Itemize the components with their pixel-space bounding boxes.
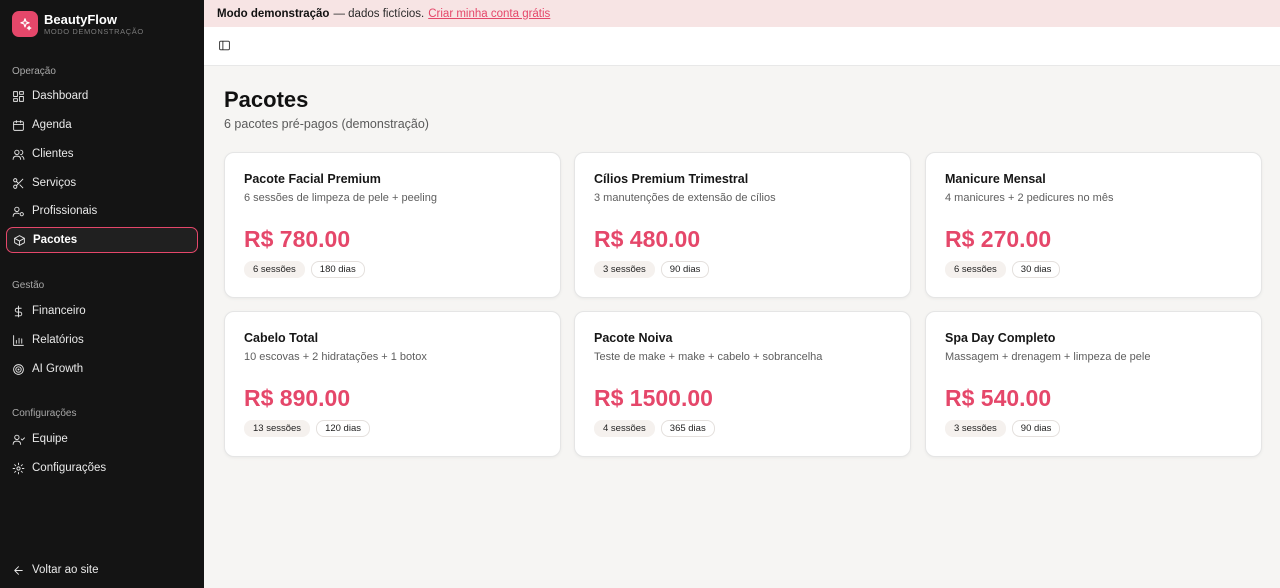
gear-icon	[12, 462, 25, 475]
package-name: Spa Day Completo	[945, 331, 1056, 345]
sidebar-item-label: Agenda	[32, 119, 72, 131]
dollar-icon	[12, 305, 25, 318]
package-price: R$ 890.00	[244, 385, 351, 411]
package-icon	[13, 234, 26, 247]
dashboard-icon	[12, 90, 25, 103]
sessions-badge: 4 sessões	[594, 420, 655, 437]
sidebar-item-label: Financeiro	[32, 305, 86, 317]
sessions-badge: 6 sessões	[244, 261, 305, 278]
brand-subtitle: MODO DEMONSTRAÇÃO	[44, 26, 144, 36]
package-description: 4 manicures + 2 pedicures no mês	[945, 192, 1114, 204]
sidebar-item-clientes[interactable]: Clientes	[6, 141, 198, 167]
banner-text: — dados fictícios.	[333, 7, 425, 20]
package-card[interactable]: Pacote Noiva Teste de make + make + cabe…	[574, 311, 911, 457]
page-title: Pacotes	[224, 87, 309, 112]
bar-chart-icon	[12, 334, 25, 347]
duration-badge: 120 dias	[316, 420, 370, 437]
sparkle-logo-icon	[12, 11, 38, 37]
sidebar-item-pacotes[interactable]: Pacotes	[6, 227, 198, 253]
sidebar-toggle-button[interactable]	[218, 39, 233, 54]
sidebar-item-label: Configurações	[32, 462, 107, 474]
package-price: R$ 780.00	[244, 226, 351, 252]
duration-badge: 180 dias	[310, 261, 365, 278]
panel-left-icon	[218, 39, 231, 56]
package-card[interactable]: Cílios Premium Trimestral 3 manutenções …	[574, 152, 911, 298]
package-price: R$ 540.00	[945, 385, 1052, 411]
sessions-badge: 3 sessões	[945, 420, 1006, 437]
arrow-left-icon	[12, 564, 25, 577]
sidebar-item-ai-growth[interactable]: AI Growth	[6, 356, 198, 382]
package-name: Pacote Facial Premium	[244, 172, 381, 186]
sidebar-item-servicos[interactable]: Serviços	[6, 170, 198, 196]
sidebar-item-label: Profissionais	[32, 205, 98, 217]
scissors-icon	[12, 177, 25, 190]
team-icon	[12, 433, 25, 446]
package-description: 10 escovas + 2 hidratações + 1 botox	[244, 351, 427, 363]
package-card[interactable]: Spa Day Completo Massagem + drenagem + l…	[925, 311, 1262, 457]
sidebar-item-dashboard[interactable]: Dashboard	[6, 83, 198, 109]
user-cog-icon	[12, 205, 25, 218]
package-description: Massagem + drenagem + limpeza de pele	[945, 351, 1151, 363]
banner-bold-text: Modo demonstração	[217, 7, 330, 20]
sessions-badge: 6 sessões	[945, 261, 1006, 278]
package-name: Cabelo Total	[244, 331, 319, 345]
package-description: Teste de make + make + cabelo + sobrance…	[594, 351, 823, 363]
sidebar-item-profissionais[interactable]: Profissionais	[6, 198, 198, 224]
brand-name: BeautyFlow	[44, 11, 117, 27]
package-card[interactable]: Pacote Facial Premium 6 sessões de limpe…	[224, 152, 561, 298]
calendar-icon	[12, 119, 25, 132]
sidebar-item-label: Clientes	[32, 148, 74, 160]
package-price: R$ 480.00	[594, 226, 701, 252]
sidebar-item-label: Equipe	[32, 433, 68, 445]
package-price: R$ 270.00	[945, 226, 1052, 252]
sidebar-item-financeiro[interactable]: Financeiro	[6, 298, 198, 324]
package-card[interactable]: Manicure Mensal 4 manicures + 2 pedicure…	[925, 152, 1262, 298]
duration-badge: 90 dias	[1011, 420, 1061, 437]
back-to-site-label: Voltar ao site	[32, 564, 99, 576]
section-label-configuracoes: Configurações	[12, 408, 77, 419]
page-subtitle: 6 pacotes pré-pagos (demonstração)	[224, 117, 429, 131]
package-name: Cílios Premium Trimestral	[594, 172, 749, 186]
sidebar-item-label: AI Growth	[32, 363, 84, 375]
package-price: R$ 1500.00	[594, 385, 713, 411]
sidebar-item-equipe[interactable]: Equipe	[6, 426, 198, 452]
section-label-gestao: Gestão	[12, 280, 45, 291]
users-icon	[12, 148, 25, 161]
package-card[interactable]: Cabelo Total 10 escovas + 2 hidratações …	[224, 311, 561, 457]
package-description: 6 sessões de limpeza de pele + peeling	[244, 192, 437, 204]
create-account-link[interactable]: Criar minha conta grátis	[428, 8, 550, 20]
duration-badge: 365 dias	[660, 420, 715, 437]
sidebar-item-label: Serviços	[32, 177, 77, 189]
demo-banner: Modo demonstração — dados fictícios. Cri…	[204, 0, 1280, 27]
brand[interactable]: BeautyFlow MODO DEMONSTRAÇÃO	[12, 11, 144, 37]
duration-badge: 30 dias	[1011, 261, 1061, 278]
sidebar-item-configuracoes[interactable]: Configurações	[6, 455, 198, 481]
sidebar-item-label: Dashboard	[32, 90, 89, 102]
back-to-site-link[interactable]: Voltar ao site	[6, 557, 198, 583]
sessions-badge: 3 sessões	[594, 261, 655, 278]
sidebar-item-label: Pacotes	[33, 234, 78, 246]
sidebar-item-agenda[interactable]: Agenda	[6, 112, 198, 138]
section-label-operacao: Operação	[12, 66, 56, 77]
target-icon	[12, 363, 25, 376]
sessions-badge: 13 sessões	[244, 420, 311, 437]
sidebar-item-label: Relatórios	[32, 334, 84, 346]
package-description: 3 manutenções de extensão de cílios	[594, 192, 776, 204]
sidebar: BeautyFlow MODO DEMONSTRAÇÃO Operação Da…	[0, 0, 204, 588]
package-name: Manicure Mensal	[945, 172, 1046, 186]
topbar	[204, 27, 1280, 66]
duration-badge: 90 dias	[660, 261, 710, 278]
package-name: Pacote Noiva	[594, 331, 673, 345]
sidebar-item-relatorios[interactable]: Relatórios	[6, 327, 198, 353]
